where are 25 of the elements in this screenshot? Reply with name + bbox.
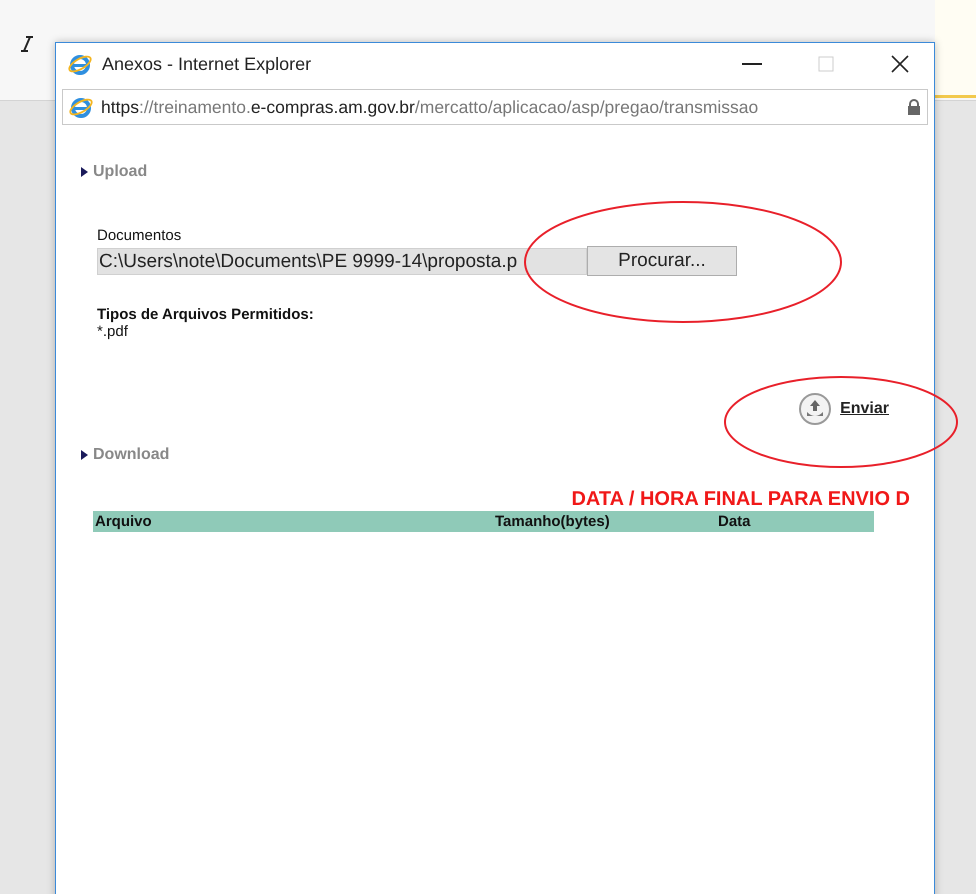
maximize-icon: [818, 56, 834, 72]
url-text: https://treinamento.e-compras.am.gov.br/mercatto/aplicacao/asp/pregao/transmissao: [101, 96, 760, 118]
browser-logo-icon: [68, 52, 92, 76]
expand-arrow-icon: [81, 450, 88, 460]
expand-arrow-icon: [81, 167, 88, 177]
file-path-field[interactable]: C:\Users\note\Documents\PE 9999-14\proposta.p: [97, 248, 587, 274]
section-toggle[interactable]: Upload: [81, 163, 934, 181]
section-toggle[interactable]: Download: [81, 446, 934, 464]
send-link[interactable]: Enviar: [840, 400, 889, 418]
address-bar[interactable]: https://treinamento.e-compras.am.gov.br/mercatto/aplicacao/asp/pregao/transmissao: [62, 89, 928, 125]
italic-icon[interactable]: [20, 36, 34, 52]
allowed-types: *.pdf: [97, 323, 129, 340]
browser-logo-icon: [69, 95, 93, 119]
minimize-icon: [742, 63, 762, 65]
upload-icon[interactable]: [798, 392, 832, 426]
deadline-notice: DATA / HORA FINAL PARA ENVIO D: [571, 488, 910, 511]
field-label: Documentos: [97, 227, 182, 244]
column-header: Arquivo: [94, 513, 153, 530]
close-icon: [891, 55, 909, 73]
allowed-types-label: Tipos de Arquivos Permitidos:: [97, 306, 315, 323]
browse-button[interactable]: Procurar...: [587, 246, 737, 276]
column-header: Data: [717, 513, 752, 530]
lock-icon: [907, 99, 921, 115]
window-title: Anexos - Internet Explorer: [102, 54, 312, 74]
column-header: Tamanho(bytes): [494, 513, 611, 530]
